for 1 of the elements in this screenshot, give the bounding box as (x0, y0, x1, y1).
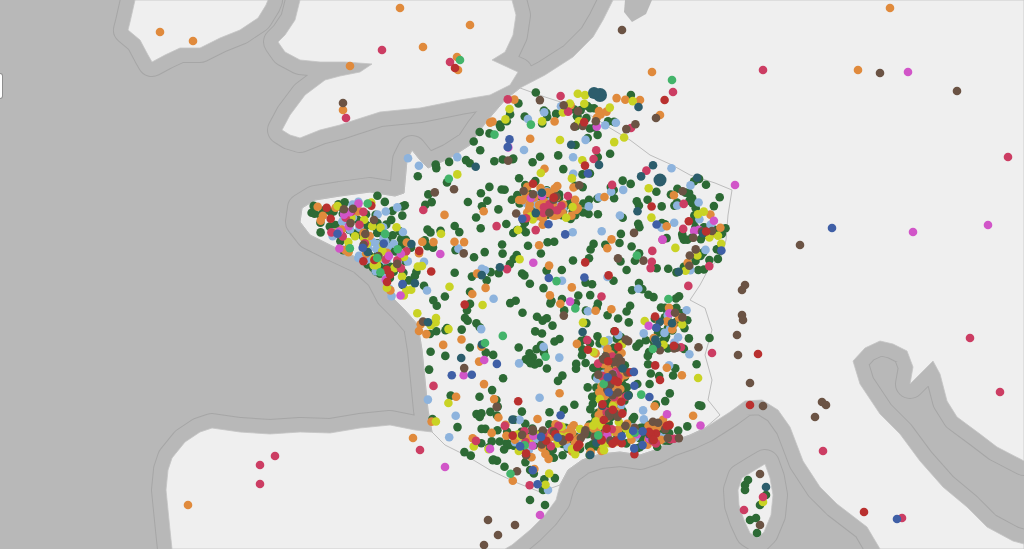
panel-toggle-handle[interactable] (0, 73, 3, 99)
